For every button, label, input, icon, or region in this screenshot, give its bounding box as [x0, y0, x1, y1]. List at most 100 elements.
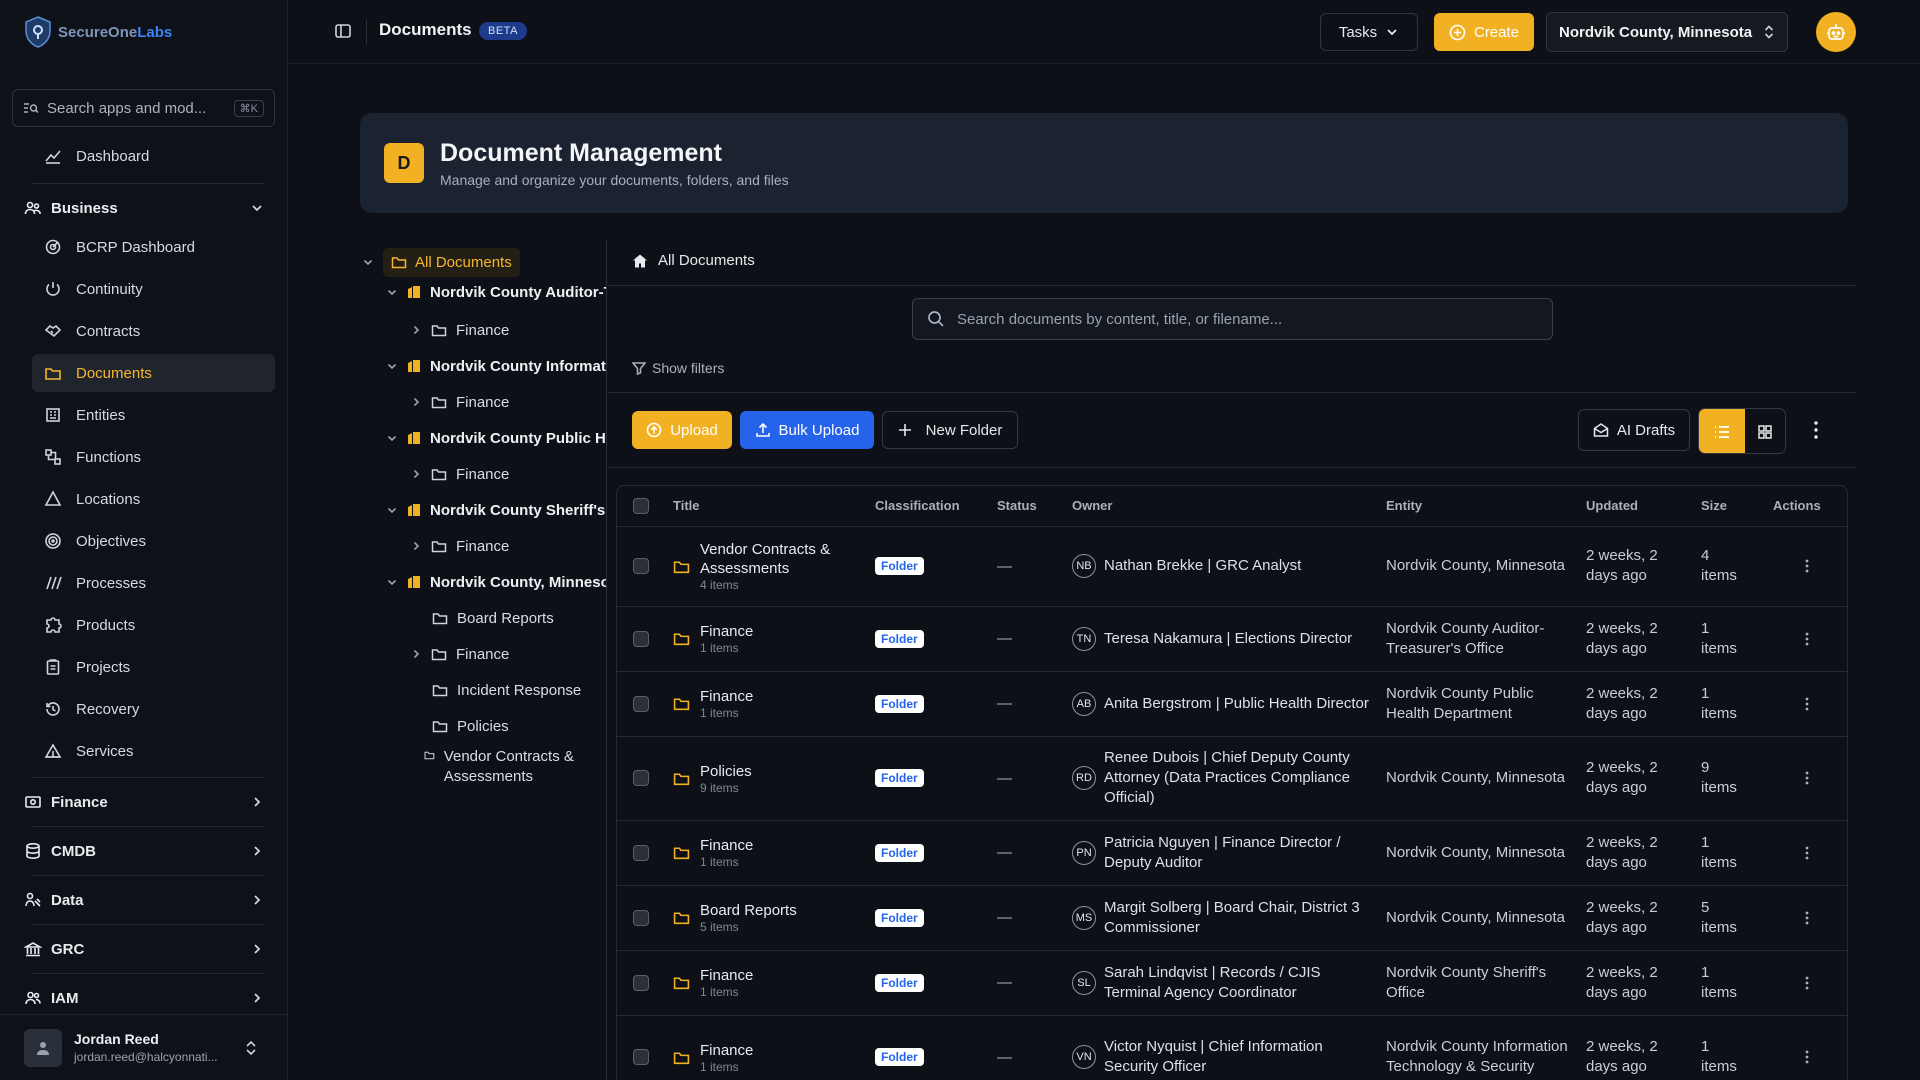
table-row[interactable]: Policies 9 items Folder — RD Renee Dubois | C…	[617, 736, 1847, 821]
nav-item-functions[interactable]: Functions	[32, 438, 275, 476]
assistant-bot-button[interactable]	[1816, 12, 1856, 52]
new-folder-button[interactable]: New Folder	[882, 411, 1018, 449]
nav-item-objectives[interactable]: Objectives	[32, 522, 275, 560]
column-header-owner[interactable]: Owner	[1072, 486, 1386, 527]
row-actions-button[interactable]	[1805, 697, 1847, 711]
nav-item-services[interactable]: Services	[32, 732, 275, 770]
nav-item-products[interactable]: Products	[32, 606, 275, 644]
document-search-input[interactable]: Search documents by content, title, or f…	[912, 298, 1553, 340]
table-row[interactable]: Finance 1 items Folder — TN Teresa Nakamura |…	[617, 606, 1847, 672]
row-actions-button[interactable]	[1805, 911, 1847, 925]
tree-entity-item[interactable]: Nordvik County Auditor-Treasurer's Offic…	[386, 277, 606, 307]
tree-root-all-documents[interactable]: All Documents	[362, 247, 520, 277]
bulk-upload-button[interactable]: Bulk Upload	[740, 411, 874, 449]
table-row[interactable]: Vendor Contracts & Assessments 4 items Fol…	[617, 526, 1847, 607]
row-title[interactable]: Vendor Contracts & Assessments 4 items	[673, 540, 875, 592]
row-checkbox[interactable]	[633, 844, 649, 861]
nav-group-finance[interactable]: Finance	[24, 782, 264, 822]
show-filters-button[interactable]: Show filters	[632, 360, 724, 376]
table-row[interactable]: Finance 1 items Folder — VN Victor Nyquist | …	[617, 1015, 1847, 1080]
row-checkbox[interactable]	[633, 770, 649, 786]
grid-view-button[interactable]	[1745, 409, 1785, 453]
tree-folder-item[interactable]: Finance	[410, 531, 509, 561]
sidebar-toggle-button[interactable]	[334, 22, 352, 40]
row-title[interactable]: Finance 1 items	[673, 687, 875, 720]
app-search-input[interactable]: Search apps and mod... ⌘K	[12, 89, 275, 127]
table-row[interactable]: Finance 1 items Folder — SL Sarah Lindqvist |…	[617, 950, 1847, 1016]
row-actions-button[interactable]	[1805, 1050, 1847, 1064]
row-checkbox[interactable]	[633, 974, 649, 991]
nav-item-projects[interactable]: Projects	[32, 648, 275, 686]
row-title[interactable]: Finance 1 items	[673, 1041, 875, 1074]
logo[interactable]: SecureOneLabs	[24, 14, 172, 50]
nav-group-data[interactable]: Data	[24, 880, 264, 920]
list-view-button[interactable]	[1699, 409, 1745, 453]
table-row[interactable]: Board Reports 5 items Folder — MS Margit Solb…	[617, 885, 1847, 951]
row-checkbox[interactable]	[633, 695, 649, 712]
nav-group-iam[interactable]: IAM	[24, 978, 264, 1018]
nav-group-grc[interactable]: GRC	[24, 929, 264, 969]
more-options-button[interactable]	[1814, 421, 1818, 439]
column-header-updated[interactable]: Updated	[1586, 486, 1701, 527]
user-menu[interactable]: Jordan Reed jordan.reed@halcyonnati...	[0, 1014, 288, 1080]
nav-item-bcrp-dashboard[interactable]: BCRP Dashboard	[32, 228, 275, 266]
entity-value: Nordvik County Information Technology & …	[1386, 1038, 1568, 1075]
nav-group-cmdb[interactable]: CMDB	[24, 831, 264, 871]
nav-item-entities[interactable]: Entities	[32, 396, 275, 434]
row-actions-button[interactable]	[1805, 846, 1847, 860]
row-title[interactable]: Finance 1 items	[673, 622, 875, 655]
nav-item-documents[interactable]: Documents	[32, 354, 275, 392]
breadcrumb[interactable]: All Documents	[632, 252, 755, 269]
tree-entity-item[interactable]: Nordvik County Sheriff's Office	[386, 495, 606, 525]
tree-entity-item[interactable]: Nordvik County Public Health Department	[386, 423, 606, 453]
nav-item-label: BCRP Dashboard	[76, 238, 195, 256]
nav-item-dashboard[interactable]: Dashboard	[32, 137, 275, 175]
tree-folder-item[interactable]: Board Reports	[432, 603, 554, 633]
column-header-title[interactable]: Title	[673, 486, 875, 527]
row-title[interactable]: Policies 9 items	[673, 762, 875, 795]
nav-item-contracts[interactable]: Contracts	[32, 312, 275, 350]
tree-folder-item[interactable]: Finance	[410, 315, 509, 345]
row-title[interactable]: Finance 1 items	[673, 966, 875, 999]
table-row[interactable]: Finance 1 items Folder — AB Anita Bergstrom |…	[617, 671, 1847, 737]
select-all-checkbox[interactable]	[633, 497, 649, 514]
tree-entity-item[interactable]: Nordvik County, Minnesota	[386, 567, 606, 597]
nav-item-processes[interactable]: Processes	[32, 564, 275, 602]
nav-item-label: Dashboard	[76, 147, 150, 165]
nav-item-locations[interactable]: Locations	[32, 480, 275, 518]
create-button[interactable]: Create	[1434, 13, 1534, 51]
chevron-down-icon	[387, 363, 397, 370]
column-header-size[interactable]: Size	[1701, 486, 1773, 527]
row-checkbox[interactable]	[633, 909, 649, 926]
tree-folder-item[interactable]: Policies	[432, 711, 509, 741]
row-actions-button[interactable]	[1805, 771, 1847, 785]
owner-avatar: SL	[1072, 970, 1096, 995]
tree-entity-item[interactable]: Nordvik County Information Technology & …	[386, 351, 606, 381]
ai-drafts-button[interactable]: AI Drafts	[1578, 409, 1690, 451]
nav-group-business[interactable]: Business	[24, 188, 264, 228]
tree-folder-item[interactable]: Finance	[410, 639, 509, 669]
org-selector[interactable]: Nordvik County, Minnesota	[1546, 12, 1788, 52]
network-icon	[45, 449, 61, 465]
column-header-status[interactable]: Status	[997, 486, 1072, 527]
nav-item-recovery[interactable]: Recovery	[32, 690, 275, 728]
tree-folder-item[interactable]: Incident Response	[432, 675, 581, 705]
upload-button[interactable]: Upload	[632, 411, 732, 449]
tree-folder-item[interactable]: Finance	[410, 387, 509, 417]
column-header-classification[interactable]: Classification	[875, 486, 997, 527]
row-checkbox[interactable]	[633, 558, 649, 574]
row-checkbox[interactable]	[633, 1049, 649, 1065]
table-row[interactable]: Finance 1 items Folder — PN Patricia Nguyen |…	[617, 820, 1847, 886]
row-title[interactable]: Finance 1 items	[673, 836, 875, 869]
row-checkbox[interactable]	[633, 630, 649, 647]
row-actions-button[interactable]	[1805, 559, 1847, 573]
tasks-button[interactable]: Tasks	[1320, 13, 1418, 51]
chevron-right-icon	[413, 541, 420, 551]
nav-item-continuity[interactable]: Continuity	[32, 270, 275, 308]
tree-folder-item[interactable]: Finance	[410, 459, 509, 489]
column-header-entity[interactable]: Entity	[1386, 486, 1586, 527]
row-actions-button[interactable]	[1805, 632, 1847, 646]
row-title[interactable]: Board Reports 5 items	[673, 901, 875, 934]
tree-folder-item[interactable]: Vendor Contracts & Assessments	[424, 747, 594, 791]
row-actions-button[interactable]	[1805, 976, 1847, 990]
